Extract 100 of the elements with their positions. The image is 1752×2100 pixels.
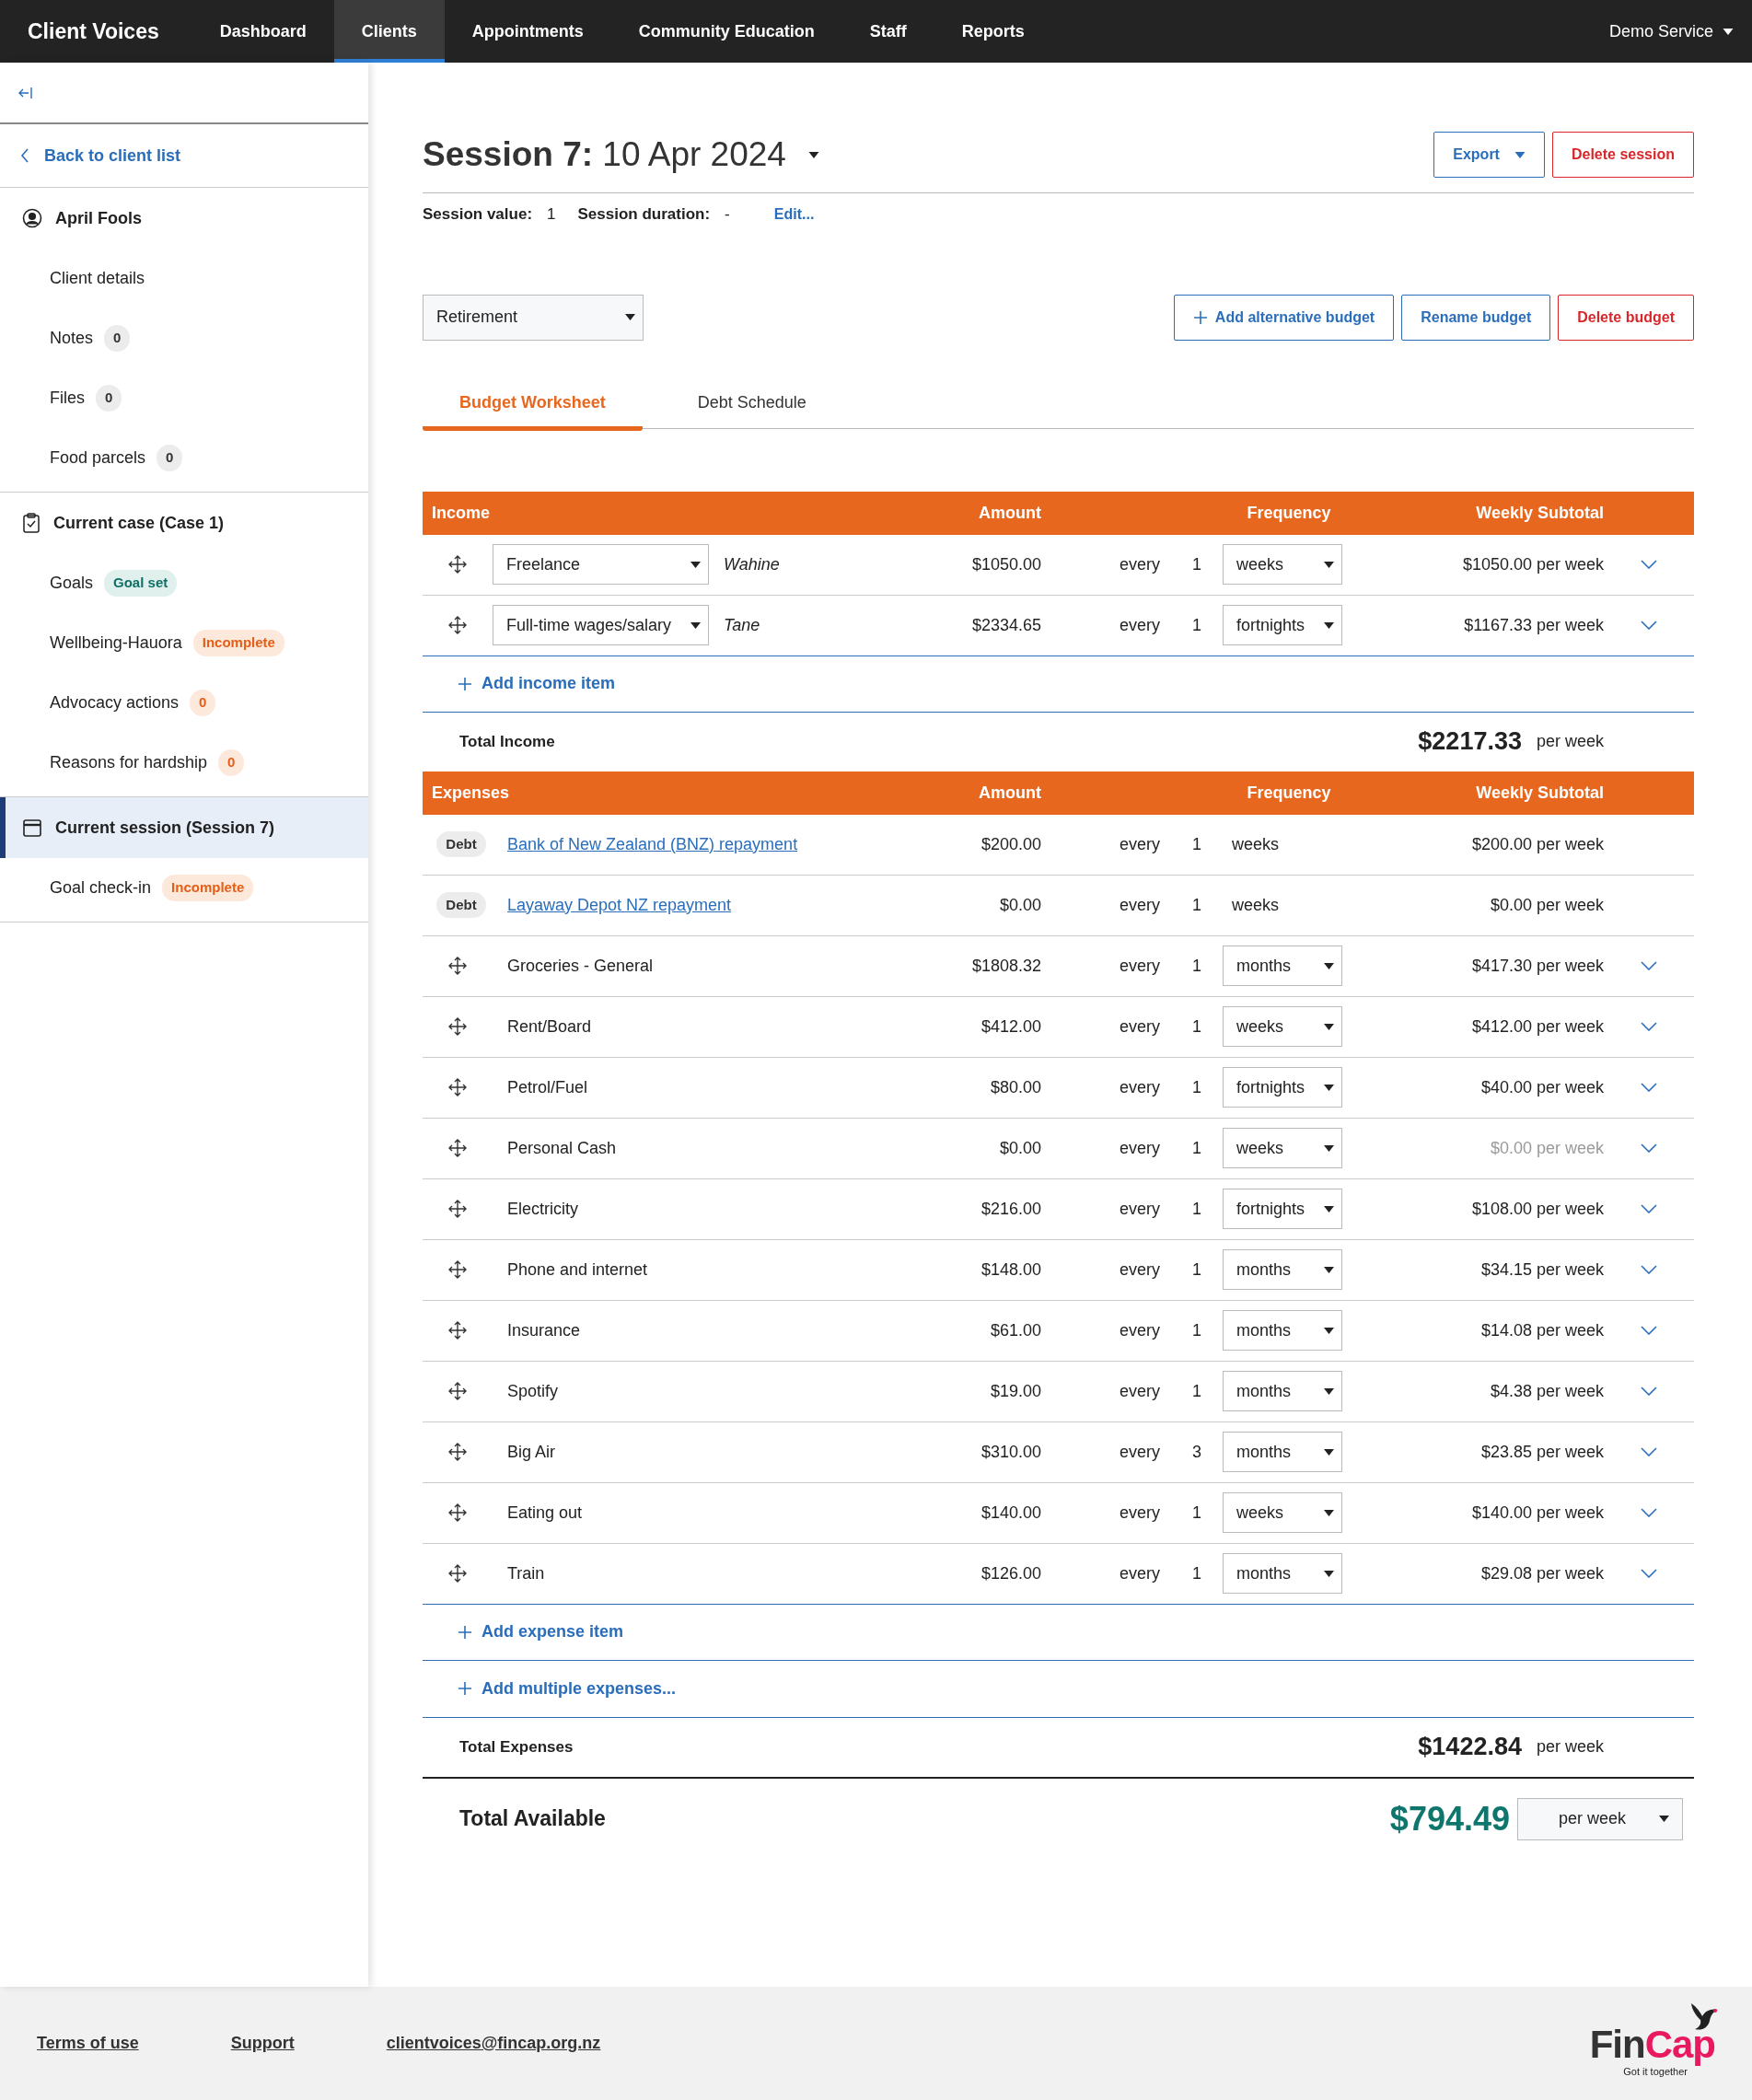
frequency-select[interactable]: weeks — [1223, 544, 1342, 585]
subtotal-cell-text: $108.00 per week — [1470, 1198, 1604, 1220]
category-select[interactable]: Full-time wages/salary — [493, 605, 709, 645]
expense-name: Phone and internet — [506, 1259, 649, 1281]
move-icon[interactable] — [447, 1320, 468, 1340]
back-chevron-icon[interactable] — [20, 148, 29, 163]
edit-link[interactable]: Edit... — [773, 203, 815, 226]
chevron-down-icon[interactable] — [1641, 1326, 1657, 1335]
chevron-down-icon[interactable] — [1641, 1083, 1657, 1092]
sidebar-section-header[interactable]: April Fools — [0, 188, 368, 249]
sidebar-link[interactable]: Goal check-in — [50, 876, 152, 900]
move-icon[interactable] — [447, 615, 468, 635]
sidebar-link[interactable]: Client details — [50, 266, 145, 291]
caret-icon — [690, 621, 701, 629]
frequency-select[interactable]: fortnights — [1223, 1067, 1342, 1108]
sidebar-section-header[interactable]: Current session (Session 7) — [0, 797, 368, 858]
sidebar-link[interactable]: Files — [50, 386, 85, 411]
add-budget-button[interactable]: Add alternative budget — [1173, 294, 1395, 341]
nav-tab[interactable]: Reports — [934, 0, 1052, 63]
frequency-select[interactable]: months — [1223, 1553, 1342, 1594]
move-icon[interactable] — [447, 554, 468, 574]
back-link[interactable]: Back to client list — [44, 143, 181, 168]
amount-cell-text: $216.00 — [980, 1198, 1041, 1220]
expense-name: Spotify — [506, 1380, 560, 1402]
chevron-down-icon[interactable] — [1641, 560, 1657, 569]
frequency-select[interactable]: fortnights — [1223, 1189, 1342, 1229]
move-icon[interactable] — [447, 956, 468, 976]
nav-tab[interactable]: Clients — [333, 0, 445, 63]
period-select[interactable]: per week — [1517, 1797, 1683, 1840]
frequency-select[interactable]: months — [1223, 1371, 1342, 1411]
move-icon[interactable] — [447, 1138, 468, 1158]
sidebar-section-header[interactable]: Current case (Case 1) — [0, 493, 368, 553]
sidebar-link[interactable]: Advocacy actions — [50, 690, 180, 715]
move-icon[interactable] — [447, 1563, 468, 1584]
chevron-down-icon[interactable] — [1641, 621, 1657, 630]
user-menu[interactable]: Demo Service — [1608, 18, 1713, 44]
caret-icon — [1324, 1327, 1334, 1334]
frequency-label: every — [1119, 833, 1161, 855]
nav-tab[interactable]: Dashboard — [191, 0, 334, 63]
amount-cell-text: $412.00 — [980, 1015, 1041, 1038]
chevron-down-icon[interactable] — [1641, 1204, 1657, 1213]
nav-tab[interactable]: Staff — [841, 0, 934, 63]
caret-icon — [1324, 1084, 1334, 1091]
frequency-select[interactable]: weeks — [1223, 1006, 1342, 1047]
category-select[interactable]: Freelance — [493, 544, 709, 585]
chevron-down-icon[interactable] — [1641, 1447, 1657, 1456]
add-multiple-link[interactable]: Add multiple expenses... — [482, 1676, 677, 1701]
debt-link[interactable]: Layaway Depot NZ repayment — [507, 895, 732, 914]
frequency-select[interactable]: months — [1223, 1249, 1342, 1290]
frequency-label: every — [1119, 1198, 1161, 1220]
move-icon[interactable] — [447, 1381, 468, 1401]
chevron-down-icon[interactable] — [1641, 1569, 1657, 1578]
expense-name: Electricity — [506, 1198, 579, 1220]
add-income-link[interactable]: Add income item — [482, 671, 616, 696]
chevron-down-icon[interactable] — [1641, 1386, 1657, 1396]
collapse-icon[interactable] — [18, 86, 33, 99]
chevron-down-icon[interactable] — [1641, 1022, 1657, 1031]
move-icon[interactable] — [447, 1077, 468, 1097]
frequency-select[interactable]: months — [1223, 1432, 1342, 1472]
sidebar-link[interactable]: Notes — [50, 326, 94, 351]
sidebar-link[interactable]: Wellbeing-Hauora — [50, 631, 182, 656]
caret-icon — [1324, 1387, 1334, 1395]
budget-select[interactable]: Retirement — [423, 294, 644, 341]
frequency-select[interactable]: weeks — [1223, 1492, 1342, 1533]
section-title: Current case (Case 1) — [53, 512, 225, 534]
field-label: Session value: — [423, 204, 533, 225]
chevron-down-icon[interactable] — [1641, 1508, 1657, 1517]
add-expense-link[interactable]: Add expense item — [482, 1619, 624, 1644]
sidebar-link[interactable]: Reasons for hardship — [50, 750, 208, 775]
footer-link[interactable]: Terms of use — [37, 2031, 139, 2056]
rename-budget-button[interactable]: Rename budget — [1401, 294, 1551, 341]
footer-link[interactable]: clientvoices@fincap.org.nz — [386, 2031, 601, 2056]
amount-cell-text: $126.00 — [980, 1562, 1041, 1584]
move-icon[interactable] — [447, 1199, 468, 1219]
subtotal-cell-text: $40.00 per week — [1479, 1076, 1604, 1098]
delete-budget-button[interactable]: Delete budget — [1558, 294, 1694, 341]
frequency-label: every — [1119, 614, 1161, 636]
frequency-select[interactable]: months — [1223, 1310, 1342, 1351]
move-icon[interactable] — [447, 1442, 468, 1462]
nav-tab[interactable]: Appointments — [444, 0, 611, 63]
move-icon[interactable] — [447, 1502, 468, 1523]
delete-session-button[interactable]: Delete session — [1551, 132, 1694, 178]
chevron-down-icon[interactable] — [1641, 961, 1657, 970]
amount-cell-text: $200.00 — [980, 833, 1041, 855]
frequency-label: every — [1119, 1562, 1161, 1584]
export-button[interactable]: Export — [1433, 132, 1545, 178]
footer-link[interactable]: Support — [230, 2031, 295, 2056]
frequency-label: every — [1119, 1441, 1161, 1463]
nav-tab[interactable]: Community Education — [610, 0, 842, 63]
frequency-select[interactable]: weeks — [1223, 1128, 1342, 1168]
debt-link[interactable]: Bank of New Zealand (BNZ) repayment — [507, 834, 798, 853]
tab[interactable]: Debt Schedule — [660, 380, 843, 431]
chevron-down-icon[interactable] — [1641, 1143, 1657, 1153]
chevron-down-icon[interactable] — [1641, 1265, 1657, 1274]
move-icon[interactable] — [447, 1259, 468, 1280]
frequency-select[interactable]: fortnights — [1223, 605, 1342, 645]
sidebar-link[interactable]: Food parcels — [50, 446, 146, 470]
sidebar-link[interactable]: Goals — [50, 571, 94, 596]
move-icon[interactable] — [447, 1016, 468, 1037]
frequency-select[interactable]: months — [1223, 946, 1342, 986]
